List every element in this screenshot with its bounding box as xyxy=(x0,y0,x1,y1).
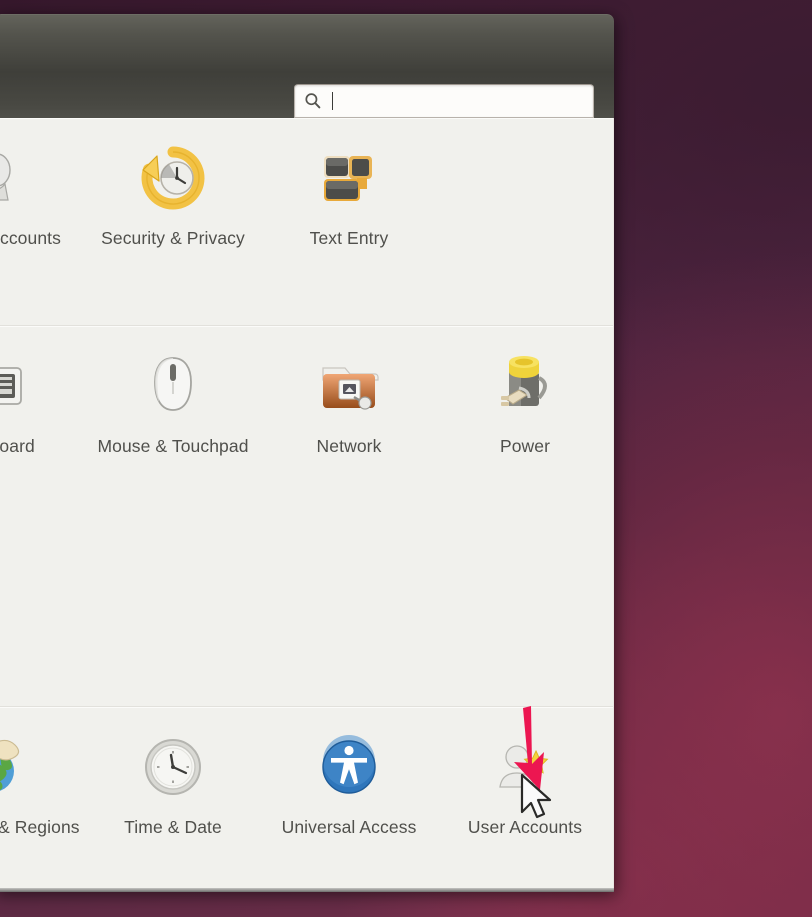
text-caret xyxy=(332,92,333,110)
security-privacy-icon xyxy=(135,140,211,216)
settings-item-mouse-touchpad[interactable]: Mouse & Touchpad xyxy=(85,326,261,472)
keyboard-icon xyxy=(0,348,35,424)
network-icon xyxy=(311,348,387,424)
settings-item-user-accounts[interactable]: User Accounts xyxy=(437,707,613,853)
search-icon xyxy=(305,93,321,109)
window-bottom-edge xyxy=(0,888,614,892)
settings-item-universal-access[interactable]: Universal Access xyxy=(261,707,437,853)
time-date-icon xyxy=(135,729,211,805)
online-accounts-icon xyxy=(0,140,35,216)
empty-slot xyxy=(487,140,563,216)
mouse-touchpad-icon xyxy=(135,348,211,424)
settings-item-label: Network xyxy=(316,436,382,456)
settings-item-label: Universal Access xyxy=(281,817,417,837)
settings-item-language-regions[interactable]: Language & Regions xyxy=(0,707,85,853)
settings-item-security-privacy[interactable]: Security & Privacy xyxy=(85,118,261,264)
settings-item-label: Mouse & Touchpad xyxy=(97,436,249,456)
text-entry-icon xyxy=(311,140,387,216)
settings-item-label: Text Entry xyxy=(309,228,389,248)
settings-item-empty-1 xyxy=(437,118,613,264)
language-support-icon xyxy=(0,729,35,805)
search-field[interactable] xyxy=(294,84,594,118)
hardware-section: Keyboard Mouse & Touchpad xyxy=(0,325,613,706)
settings-item-online-accounts[interactable]: Online Accounts xyxy=(0,118,85,264)
settings-item-text-entry[interactable]: Text Entry xyxy=(261,118,437,264)
settings-item-network[interactable]: Network xyxy=(261,326,437,472)
personal-section: Online Accounts xyxy=(0,118,613,325)
settings-item-label: Power xyxy=(499,436,551,456)
system-section: Language & Regions xyxy=(0,706,613,853)
settings-item-label: User Accounts xyxy=(467,817,583,837)
settings-item-label: Keyboard xyxy=(0,436,35,456)
settings-item-time-date[interactable]: Time & Date xyxy=(85,707,261,853)
settings-item-keyboard[interactable]: Keyboard xyxy=(0,326,85,472)
settings-item-label: Time & Date xyxy=(124,817,222,837)
settings-item-power[interactable]: Power xyxy=(437,326,613,472)
settings-item-label: Security & Privacy xyxy=(101,228,245,248)
search-input[interactable] xyxy=(335,89,585,113)
user-accounts-icon xyxy=(487,729,563,805)
window-titlebar[interactable] xyxy=(0,14,614,119)
power-icon xyxy=(487,348,563,424)
settings-item-label: Language & Regions xyxy=(0,817,80,837)
universal-access-icon xyxy=(311,729,387,805)
settings-content: Online Accounts xyxy=(0,118,614,892)
screen: Online Accounts xyxy=(0,0,812,917)
system-settings-window: Online Accounts xyxy=(0,14,614,892)
settings-item-label: Online Accounts xyxy=(0,228,61,248)
